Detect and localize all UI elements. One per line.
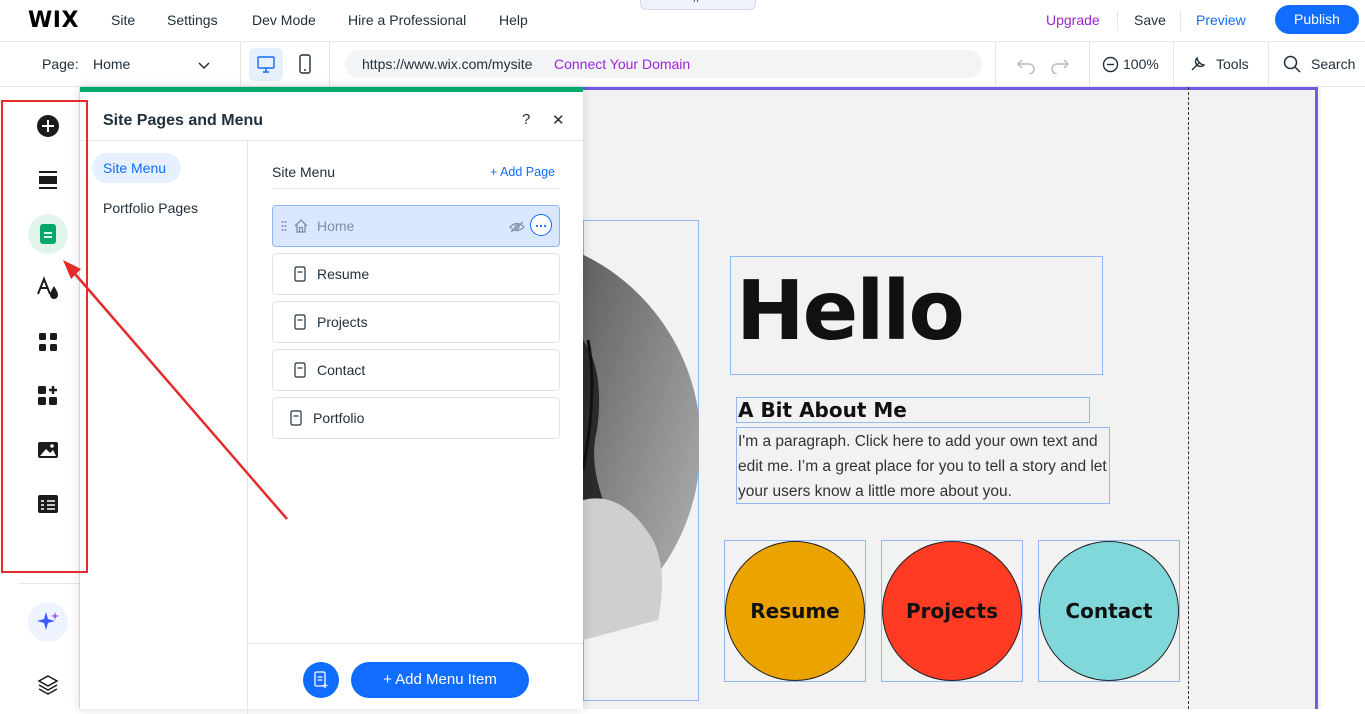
page-item-contact[interactable]: Contact — [272, 349, 560, 391]
editor-toolbar: Page: Home https://www.wix.com/mysite Co… — [0, 42, 1365, 87]
page-icon — [294, 314, 306, 330]
layers-icon — [37, 675, 59, 695]
more-actions-button[interactable] — [530, 214, 552, 236]
layers-button[interactable] — [28, 665, 68, 705]
top-bar: WIX Site Settings Dev Mode Hire a Profes… — [0, 0, 1365, 42]
pages-button[interactable] — [28, 214, 68, 254]
page-item-portfolio[interactable]: Portfolio — [272, 397, 560, 439]
sections-icon — [39, 171, 57, 189]
add-icon — [37, 115, 59, 137]
tools-button[interactable]: Tools — [1216, 56, 1249, 72]
tools-icon[interactable] — [1189, 55, 1207, 73]
menu-dev-mode[interactable]: Dev Mode — [252, 12, 316, 28]
divider — [995, 42, 996, 87]
save-button[interactable]: Save — [1134, 12, 1166, 28]
menu-settings[interactable]: Settings — [167, 12, 218, 28]
add-page-type-button[interactable] — [303, 662, 339, 698]
add-elements-button[interactable] — [28, 106, 68, 146]
site-url: https://www.wix.com/mysite — [362, 56, 533, 72]
divider — [240, 42, 241, 87]
divider — [1173, 42, 1174, 87]
page-item-label: Contact — [317, 362, 366, 378]
wix-logo[interactable]: WIX — [28, 8, 79, 33]
contact-circle-button[interactable]: Contact — [1039, 541, 1179, 681]
page-item-label: Projects — [317, 314, 368, 330]
preview-button[interactable]: Preview — [1196, 12, 1246, 28]
menu-site[interactable]: Site — [111, 12, 135, 28]
desktop-view-button[interactable] — [249, 48, 283, 81]
home-icon — [294, 219, 308, 233]
help-button[interactable]: ? — [522, 111, 530, 128]
publish-button[interactable]: Publish — [1275, 5, 1359, 34]
page-item-label: Home — [317, 218, 355, 234]
search-icon[interactable] — [1283, 55, 1301, 73]
site-subheading[interactable]: A Bit About Me — [738, 398, 907, 422]
site-heading[interactable]: Hello — [736, 262, 965, 362]
divider — [80, 140, 583, 141]
canvas-gutter — [1321, 87, 1365, 709]
undo-icon[interactable] — [1016, 56, 1036, 74]
mobile-icon[interactable] — [298, 54, 312, 75]
profile-image[interactable] — [583, 240, 699, 660]
ai-assistant-button[interactable] — [28, 602, 68, 642]
tab-site-menu[interactable]: Site Menu — [92, 153, 181, 183]
divider — [1089, 42, 1090, 87]
site-menu-heading: Site Menu — [272, 164, 336, 180]
chevron-down-icon[interactable] — [197, 58, 211, 72]
divider — [272, 188, 560, 189]
zoom-out-icon[interactable] — [1102, 56, 1119, 73]
desktop-icon — [257, 56, 275, 73]
projects-circle-button[interactable]: Projects — [882, 541, 1022, 681]
divider — [1268, 42, 1269, 87]
connect-domain-link[interactable]: Connect Your Domain — [554, 56, 690, 72]
divider — [1180, 11, 1181, 31]
page-icon — [294, 362, 306, 378]
site-paragraph[interactable]: I'm a paragraph. Click here to add your … — [738, 429, 1110, 504]
gridline-guide — [1188, 87, 1189, 709]
add-page-button[interactable]: + Add Page — [490, 165, 555, 179]
search-button[interactable]: Search — [1311, 56, 1355, 72]
annotation-arrow — [63, 260, 288, 520]
redo-icon[interactable] — [1050, 56, 1070, 74]
tab-portfolio-pages[interactable]: Portfolio Pages — [103, 200, 198, 216]
page-item-resume[interactable]: Resume — [272, 253, 560, 295]
close-icon[interactable]: ✕ — [552, 111, 565, 129]
zoom-level[interactable]: 100% — [1123, 56, 1159, 72]
upgrade-link[interactable]: Upgrade — [1046, 12, 1100, 28]
resume-circle-button[interactable]: Resume — [725, 541, 865, 681]
panel-title: Site Pages and Menu — [103, 112, 264, 129]
page-icon — [294, 266, 306, 282]
page-item-label: Resume — [317, 266, 370, 282]
menu-help[interactable]: Help — [499, 12, 528, 28]
page-item-home[interactable]: Home — [272, 205, 560, 247]
divider — [247, 643, 583, 644]
chevron-up-icon: ˄ — [693, 0, 699, 6]
add-menu-item-button[interactable]: + Add Menu Item — [351, 662, 529, 698]
hidden-eye-icon[interactable] — [509, 220, 525, 234]
menu-hire-professional[interactable]: Hire a Professional — [348, 12, 466, 28]
page-label: Page: — [42, 56, 79, 72]
page-add-icon — [314, 671, 328, 688]
portrait-photo — [583, 254, 699, 640]
divider — [1117, 11, 1118, 31]
page-item-projects[interactable]: Projects — [272, 301, 560, 343]
collapse-toolbar-tab[interactable]: ˄ — [640, 0, 756, 10]
page-item-label: Portfolio — [313, 410, 365, 426]
ai-assistant-icon — [37, 612, 59, 630]
divider — [329, 42, 330, 87]
drag-handle-icon[interactable] — [281, 220, 287, 232]
sections-button[interactable] — [28, 160, 68, 200]
more-icon — [535, 224, 547, 228]
rail-divider — [18, 583, 80, 584]
page-selector[interactable]: Home — [93, 56, 130, 72]
pages-icon — [40, 224, 56, 244]
